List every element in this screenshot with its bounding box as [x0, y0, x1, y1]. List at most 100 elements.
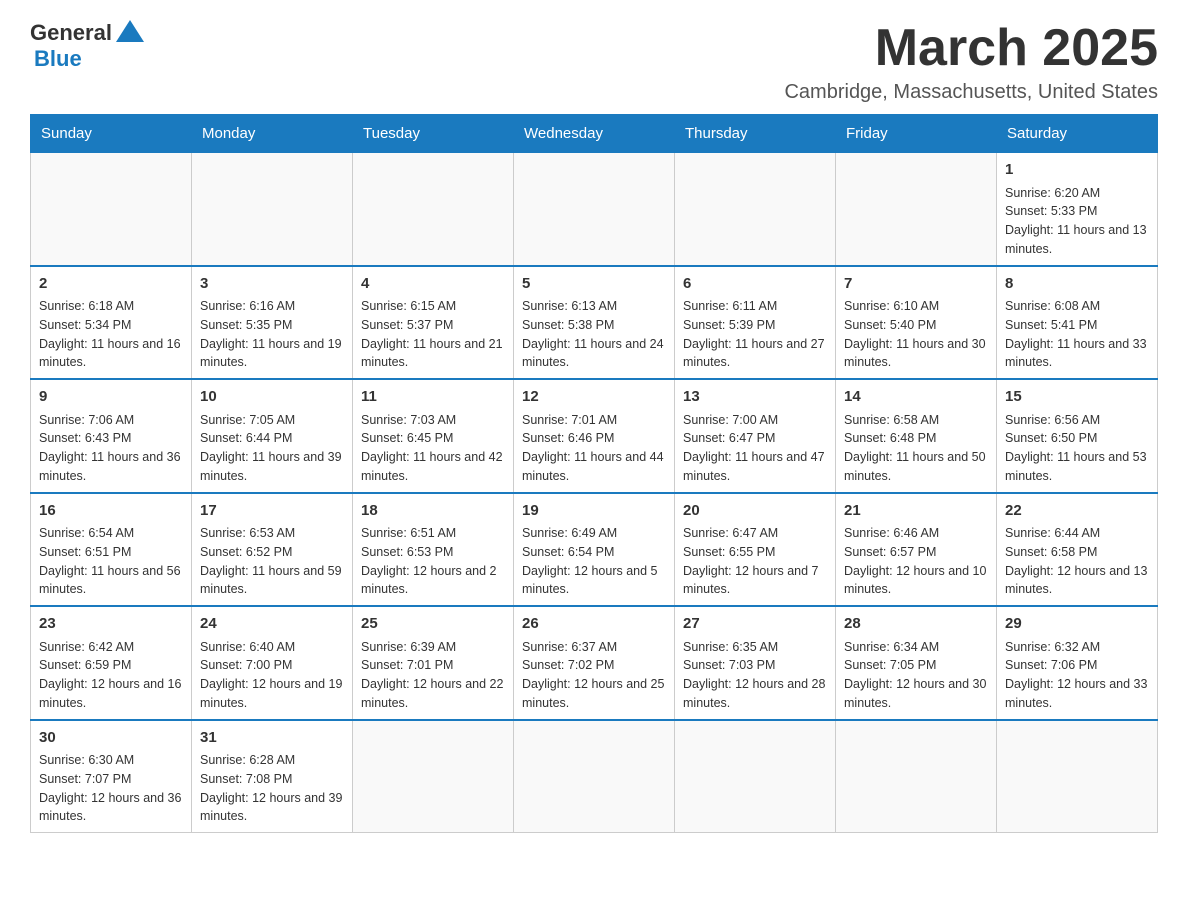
header-monday: Monday	[192, 115, 353, 153]
calendar-cell: 21Sunrise: 6:46 AMSunset: 6:57 PMDayligh…	[836, 493, 997, 607]
calendar-table: Sunday Monday Tuesday Wednesday Thursday…	[30, 114, 1158, 833]
day-number: 24	[200, 613, 344, 636]
header-thursday: Thursday	[675, 115, 836, 153]
calendar-week-3: 9Sunrise: 7:06 AMSunset: 6:43 PMDaylight…	[31, 379, 1158, 493]
day-number: 8	[1005, 273, 1149, 296]
calendar-cell: 24Sunrise: 6:40 AMSunset: 7:00 PMDayligh…	[192, 606, 353, 720]
day-info: Sunrise: 6:15 AMSunset: 5:37 PMDaylight:…	[361, 297, 505, 372]
calendar-cell: 12Sunrise: 7:01 AMSunset: 6:46 PMDayligh…	[514, 379, 675, 493]
header-saturday: Saturday	[997, 115, 1158, 153]
logo-subtitle-text: Blue	[34, 46, 82, 71]
day-info: Sunrise: 6:13 AMSunset: 5:38 PMDaylight:…	[522, 297, 666, 372]
day-number: 6	[683, 273, 827, 296]
day-info: Sunrise: 7:06 AMSunset: 6:43 PMDaylight:…	[39, 411, 183, 486]
day-number: 2	[39, 273, 183, 296]
calendar-cell	[836, 153, 997, 266]
calendar-cell: 4Sunrise: 6:15 AMSunset: 5:37 PMDaylight…	[353, 266, 514, 380]
calendar-cell: 31Sunrise: 6:28 AMSunset: 7:08 PMDayligh…	[192, 720, 353, 833]
title-section: March 2025 Cambridge, Massachusetts, Uni…	[784, 20, 1158, 104]
day-number: 16	[39, 500, 183, 523]
day-number: 20	[683, 500, 827, 523]
day-info: Sunrise: 6:42 AMSunset: 6:59 PMDaylight:…	[39, 638, 183, 713]
day-info: Sunrise: 6:16 AMSunset: 5:35 PMDaylight:…	[200, 297, 344, 372]
page-header: General Blue March 2025 Cambridge, Massa…	[30, 20, 1158, 104]
calendar-cell: 19Sunrise: 6:49 AMSunset: 6:54 PMDayligh…	[514, 493, 675, 607]
calendar-cell: 8Sunrise: 6:08 AMSunset: 5:41 PMDaylight…	[997, 266, 1158, 380]
day-number: 27	[683, 613, 827, 636]
calendar-cell	[997, 720, 1158, 833]
day-number: 22	[1005, 500, 1149, 523]
header-sunday: Sunday	[31, 115, 192, 153]
calendar-week-2: 2Sunrise: 6:18 AMSunset: 5:34 PMDaylight…	[31, 266, 1158, 380]
calendar-cell: 3Sunrise: 6:16 AMSunset: 5:35 PMDaylight…	[192, 266, 353, 380]
day-number: 15	[1005, 386, 1149, 409]
day-number: 23	[39, 613, 183, 636]
day-number: 5	[522, 273, 666, 296]
day-info: Sunrise: 6:37 AMSunset: 7:02 PMDaylight:…	[522, 638, 666, 713]
day-info: Sunrise: 6:49 AMSunset: 6:54 PMDaylight:…	[522, 524, 666, 599]
day-info: Sunrise: 6:11 AMSunset: 5:39 PMDaylight:…	[683, 297, 827, 372]
day-number: 7	[844, 273, 988, 296]
day-number: 10	[200, 386, 344, 409]
day-info: Sunrise: 6:20 AMSunset: 5:33 PMDaylight:…	[1005, 184, 1149, 259]
calendar-cell: 22Sunrise: 6:44 AMSunset: 6:58 PMDayligh…	[997, 493, 1158, 607]
calendar-cell	[836, 720, 997, 833]
day-info: Sunrise: 6:30 AMSunset: 7:07 PMDaylight:…	[39, 751, 183, 826]
day-number: 11	[361, 386, 505, 409]
logo-general-text: General	[30, 20, 112, 46]
calendar-week-4: 16Sunrise: 6:54 AMSunset: 6:51 PMDayligh…	[31, 493, 1158, 607]
day-number: 4	[361, 273, 505, 296]
calendar-cell	[353, 720, 514, 833]
calendar-cell: 20Sunrise: 6:47 AMSunset: 6:55 PMDayligh…	[675, 493, 836, 607]
header-wednesday: Wednesday	[514, 115, 675, 153]
day-info: Sunrise: 7:03 AMSunset: 6:45 PMDaylight:…	[361, 411, 505, 486]
calendar-cell: 18Sunrise: 6:51 AMSunset: 6:53 PMDayligh…	[353, 493, 514, 607]
day-info: Sunrise: 6:34 AMSunset: 7:05 PMDaylight:…	[844, 638, 988, 713]
calendar-cell: 27Sunrise: 6:35 AMSunset: 7:03 PMDayligh…	[675, 606, 836, 720]
calendar-cell: 11Sunrise: 7:03 AMSunset: 6:45 PMDayligh…	[353, 379, 514, 493]
day-number: 26	[522, 613, 666, 636]
day-info: Sunrise: 6:40 AMSunset: 7:00 PMDaylight:…	[200, 638, 344, 713]
day-number: 9	[39, 386, 183, 409]
calendar-cell: 2Sunrise: 6:18 AMSunset: 5:34 PMDaylight…	[31, 266, 192, 380]
day-info: Sunrise: 6:10 AMSunset: 5:40 PMDaylight:…	[844, 297, 988, 372]
calendar-cell: 28Sunrise: 6:34 AMSunset: 7:05 PMDayligh…	[836, 606, 997, 720]
day-number: 12	[522, 386, 666, 409]
day-number: 30	[39, 727, 183, 750]
calendar-week-1: 1Sunrise: 6:20 AMSunset: 5:33 PMDaylight…	[31, 153, 1158, 266]
calendar-cell: 10Sunrise: 7:05 AMSunset: 6:44 PMDayligh…	[192, 379, 353, 493]
day-number: 31	[200, 727, 344, 750]
day-info: Sunrise: 7:00 AMSunset: 6:47 PMDaylight:…	[683, 411, 827, 486]
calendar-cell	[675, 720, 836, 833]
calendar-cell	[192, 153, 353, 266]
day-info: Sunrise: 6:53 AMSunset: 6:52 PMDaylight:…	[200, 524, 344, 599]
header-tuesday: Tuesday	[353, 115, 514, 153]
calendar-cell	[675, 153, 836, 266]
day-number: 25	[361, 613, 505, 636]
day-info: Sunrise: 6:39 AMSunset: 7:01 PMDaylight:…	[361, 638, 505, 713]
header-friday: Friday	[836, 115, 997, 153]
day-info: Sunrise: 6:54 AMSunset: 6:51 PMDaylight:…	[39, 524, 183, 599]
calendar-cell: 15Sunrise: 6:56 AMSunset: 6:50 PMDayligh…	[997, 379, 1158, 493]
location-subtitle: Cambridge, Massachusetts, United States	[784, 81, 1158, 104]
day-info: Sunrise: 6:44 AMSunset: 6:58 PMDaylight:…	[1005, 524, 1149, 599]
calendar-cell: 13Sunrise: 7:00 AMSunset: 6:47 PMDayligh…	[675, 379, 836, 493]
calendar-header-row: Sunday Monday Tuesday Wednesday Thursday…	[31, 115, 1158, 153]
day-number: 1	[1005, 159, 1149, 182]
day-number: 13	[683, 386, 827, 409]
day-info: Sunrise: 6:56 AMSunset: 6:50 PMDaylight:…	[1005, 411, 1149, 486]
day-number: 14	[844, 386, 988, 409]
day-info: Sunrise: 6:32 AMSunset: 7:06 PMDaylight:…	[1005, 638, 1149, 713]
day-info: Sunrise: 6:46 AMSunset: 6:57 PMDaylight:…	[844, 524, 988, 599]
day-number: 3	[200, 273, 344, 296]
calendar-cell: 26Sunrise: 6:37 AMSunset: 7:02 PMDayligh…	[514, 606, 675, 720]
calendar-cell: 25Sunrise: 6:39 AMSunset: 7:01 PMDayligh…	[353, 606, 514, 720]
calendar-cell: 29Sunrise: 6:32 AMSunset: 7:06 PMDayligh…	[997, 606, 1158, 720]
day-info: Sunrise: 6:35 AMSunset: 7:03 PMDaylight:…	[683, 638, 827, 713]
day-number: 21	[844, 500, 988, 523]
calendar-cell: 9Sunrise: 7:06 AMSunset: 6:43 PMDaylight…	[31, 379, 192, 493]
calendar-cell: 6Sunrise: 6:11 AMSunset: 5:39 PMDaylight…	[675, 266, 836, 380]
calendar-cell	[31, 153, 192, 266]
day-info: Sunrise: 6:47 AMSunset: 6:55 PMDaylight:…	[683, 524, 827, 599]
calendar-cell: 23Sunrise: 6:42 AMSunset: 6:59 PMDayligh…	[31, 606, 192, 720]
